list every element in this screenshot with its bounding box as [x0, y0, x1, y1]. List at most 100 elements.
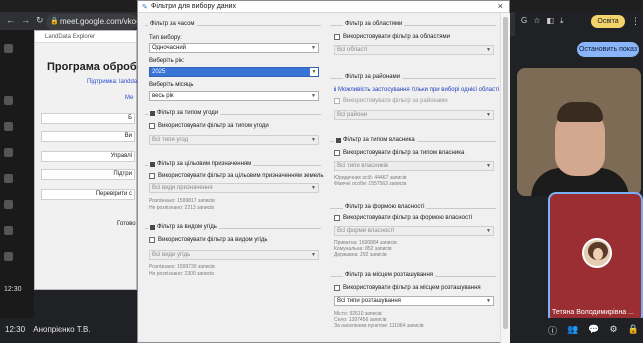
location-checkbox[interactable]: Використовувати фільтр за місцем розташу… — [334, 285, 481, 291]
owner-type-checkbox[interactable]: Використовувати фільтр за типом власника — [334, 150, 464, 156]
scrollbar-thumb[interactable] — [503, 17, 508, 329]
chevron-down-icon: ▼ — [311, 252, 316, 258]
owner-type-title-text: Фільтр за типом власника — [343, 137, 415, 143]
checkbox-box[interactable] — [334, 285, 340, 291]
window-title: LandData Explorer — [35, 31, 136, 43]
checkbox-box[interactable] — [334, 215, 340, 221]
checkbox-box[interactable] — [149, 173, 155, 179]
land-type-checkbox[interactable]: Використовувати фільтр за видом угідь — [149, 237, 268, 243]
deal-type-title-text: Фільтр за типом угоди — [157, 110, 219, 116]
reload-icon[interactable]: ↻ — [36, 15, 44, 26]
ownership-select[interactable]: Всі форми власності ▼ — [334, 226, 494, 236]
support-link[interactable]: Підтримка: landdata — [87, 79, 142, 85]
checkbox-box[interactable] — [149, 123, 155, 129]
purpose-title: Фільтр за цільовим призначенням — [148, 161, 254, 167]
inner-time: 12:30 — [4, 286, 22, 293]
app-icon[interactable] — [4, 252, 13, 261]
chat-icon[interactable]: 💬 — [588, 324, 599, 337]
chevron-down-icon: ▼ — [311, 137, 316, 143]
app-button-5[interactable]: Перевірити с — [41, 189, 135, 200]
avatar — [582, 238, 612, 268]
district-select[interactable]: Всі райони ▼ — [334, 110, 494, 120]
owner-type-checkbox-label: Використовувати фільтр за типом власника — [343, 150, 465, 156]
dialog-scrollbar[interactable] — [500, 13, 510, 343]
close-icon[interactable]: × — [498, 1, 503, 11]
owner-type-select[interactable]: Всі типи власників ▼ — [334, 161, 494, 171]
year-value: 2025 — [152, 69, 166, 75]
region-select[interactable]: Всі області ▼ — [334, 45, 494, 55]
district-checkbox[interactable]: Використовувати фільтр за районами — [334, 98, 448, 104]
purpose-stat-2: Не розпізнано: 2213 записів — [149, 205, 214, 211]
choice-type-select[interactable]: Одночасний ▼ — [149, 43, 319, 53]
download-icon[interactable]: ⤓ — [560, 16, 564, 26]
purpose-value: Всі види призначення — [152, 185, 213, 191]
purpose-title-text: Фільтр за цільовим призначенням — [157, 161, 252, 167]
app-icon[interactable] — [4, 96, 13, 105]
checkbox-box[interactable] — [334, 98, 340, 104]
land-type-title-text: Фільтр за видом угідь — [157, 224, 217, 230]
star-icon[interactable]: ☆ — [533, 16, 540, 26]
extensions-icon[interactable]: ◧ — [546, 16, 554, 26]
region-checkbox[interactable]: Використовувати фільтр за областями — [334, 34, 450, 40]
app-icon[interactable] — [4, 44, 13, 53]
app-icon[interactable] — [4, 200, 13, 209]
chevron-down-icon: ▼ — [486, 163, 491, 169]
deal-type-value: Всі типи угод — [152, 137, 189, 143]
checkbox-box[interactable] — [334, 150, 340, 156]
time-text: 12:30 — [5, 325, 26, 334]
app-button-2[interactable]: Ви — [41, 131, 135, 142]
deal-type-select[interactable]: Всі типи угод ▼ — [149, 135, 319, 145]
lock-icon[interactable]: 🔒 — [628, 324, 639, 337]
people-icon[interactable]: 👥 — [567, 324, 578, 337]
app-button-4[interactable]: Підтри — [41, 169, 135, 180]
activities-icon[interactable]: ⚙ — [609, 324, 617, 337]
purpose-checkbox-label: Використовувати фільтр за цільовим призн… — [158, 173, 324, 179]
dialog-titlebar: ✎ Фільтри для вибору даних × — [138, 1, 509, 13]
chevron-down-icon: ▼ — [311, 45, 316, 51]
app-icon[interactable] — [4, 174, 13, 183]
chevron-down-icon: ▼ — [486, 298, 491, 304]
checkbox-box[interactable] — [334, 34, 340, 40]
year-select[interactable]: 2025 ▼ — [149, 67, 319, 77]
back-icon[interactable]: ← — [6, 15, 15, 26]
deal-type-checkbox[interactable]: Використовувати фільтр за типом угоди — [149, 123, 269, 129]
app-button-1[interactable]: Б — [41, 113, 135, 124]
purpose-checkbox[interactable]: Використовувати фільтр за цільовим призн… — [149, 173, 323, 179]
location-title: Фільтр за місцем розташування — [343, 272, 436, 278]
ownership-checkbox[interactable]: Використовувати фільтр за формою власнос… — [334, 215, 472, 221]
app-icon[interactable] — [4, 148, 13, 157]
app-button-3[interactable]: Управлі — [41, 151, 135, 162]
profile-button[interactable]: Освіта — [591, 15, 625, 28]
info-icon[interactable]: ⓘ — [548, 324, 557, 337]
deal-type-title: Фільтр за типом угоди — [148, 110, 221, 116]
address-bar[interactable]: 🔒 meet.google.com/vko-jtcl — [46, 14, 138, 30]
time-filter-title-text: Фільтр за часом — [150, 21, 195, 27]
menu-link[interactable]: Ме — [125, 95, 133, 101]
location-select[interactable]: Всі типи розташування ▼ — [334, 296, 494, 306]
month-select[interactable]: весь рік ▼ — [149, 91, 319, 101]
purpose-select[interactable]: Всі види призначення ▼ — [149, 183, 319, 193]
checkbox-box[interactable] — [149, 237, 155, 243]
filter-icon — [150, 224, 155, 230]
participant-video[interactable] — [517, 68, 641, 196]
forward-icon[interactable]: → — [21, 15, 30, 26]
region-title-text: Фільтр за областями — [345, 21, 403, 27]
region-checkbox-label: Використовувати фільтр за областями — [343, 34, 450, 40]
month-label: Виберіть місяць — [149, 82, 194, 88]
url-text: meet.google.com/vko-jtcl — [60, 17, 138, 26]
filter-icon — [150, 161, 155, 167]
location-value: Всі типи розташування — [337, 298, 401, 304]
district-info: ℹ Можливість застосування тільки при виб… — [334, 86, 499, 93]
translate-icon[interactable]: G — [521, 16, 527, 26]
land-type-select[interactable]: Всі види угідь ▼ — [149, 250, 319, 260]
app-icon[interactable] — [4, 226, 13, 235]
stop-presenting-button[interactable]: Остановить показ — [577, 42, 639, 57]
land-type-title: Фільтр за видом угідь — [148, 224, 219, 230]
owner-type-value: Всі типи власників — [337, 163, 389, 169]
participant-tile[interactable]: Тетяна Володимирівна ... — [548, 192, 643, 324]
filter-icon — [336, 137, 341, 143]
district-title: Фільтр за районами — [343, 74, 403, 80]
chevron-down-icon: ▼ — [486, 47, 491, 53]
app-icon[interactable] — [4, 122, 13, 131]
more-icon[interactable]: ⋮ — [631, 16, 640, 27]
